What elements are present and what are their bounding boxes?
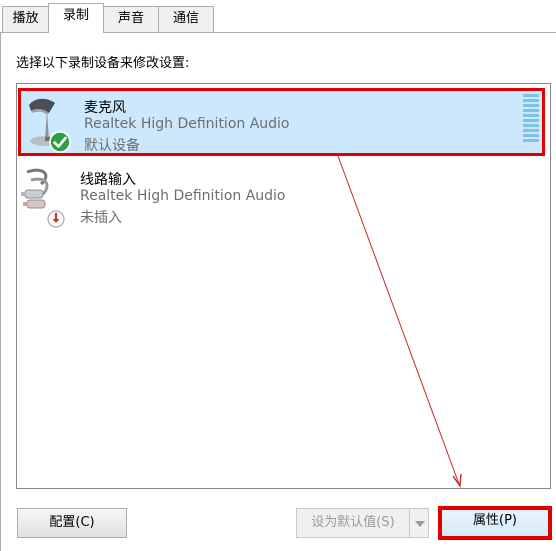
tab-playback[interactable]: 播放 [2, 6, 49, 32]
device-item-line-in[interactable]: 线路输入 Realtek High Definition Audio 未插入 [17, 164, 550, 234]
panel-border [0, 33, 1, 551]
instruction-text: 选择以下录制设备来修改设置: [16, 56, 190, 71]
set-default-button[interactable]: 设为默认值(S) [296, 508, 410, 538]
default-check-icon [49, 131, 71, 153]
tab-sounds[interactable]: 声音 [103, 6, 159, 32]
device-item-microphone[interactable]: 麦克风 Realtek High Definition Audio 默认设备 [18, 88, 545, 156]
device-driver: Realtek High Definition Audio [84, 116, 290, 132]
device-driver: Realtek High Definition Audio [80, 188, 286, 204]
tab-recording[interactable]: 录制 [48, 3, 104, 33]
tab-communications[interactable]: 通信 [158, 6, 214, 32]
unplugged-icon [47, 210, 65, 228]
device-status: 未插入 [80, 210, 122, 226]
level-meter [523, 94, 539, 144]
properties-button[interactable]: 属性(P) [438, 506, 552, 540]
device-list[interactable]: 麦克风 Realtek High Definition Audio 默认设备 线… [16, 83, 551, 489]
device-name: 线路输入 [80, 172, 136, 188]
device-status: 默认设备 [84, 138, 140, 154]
set-default-dropdown[interactable] [409, 508, 429, 538]
tab-bar: 播放 录制 声音 通信 [0, 0, 556, 33]
device-name: 麦克风 [84, 100, 126, 116]
configure-button[interactable]: 配置(C) [17, 508, 127, 538]
